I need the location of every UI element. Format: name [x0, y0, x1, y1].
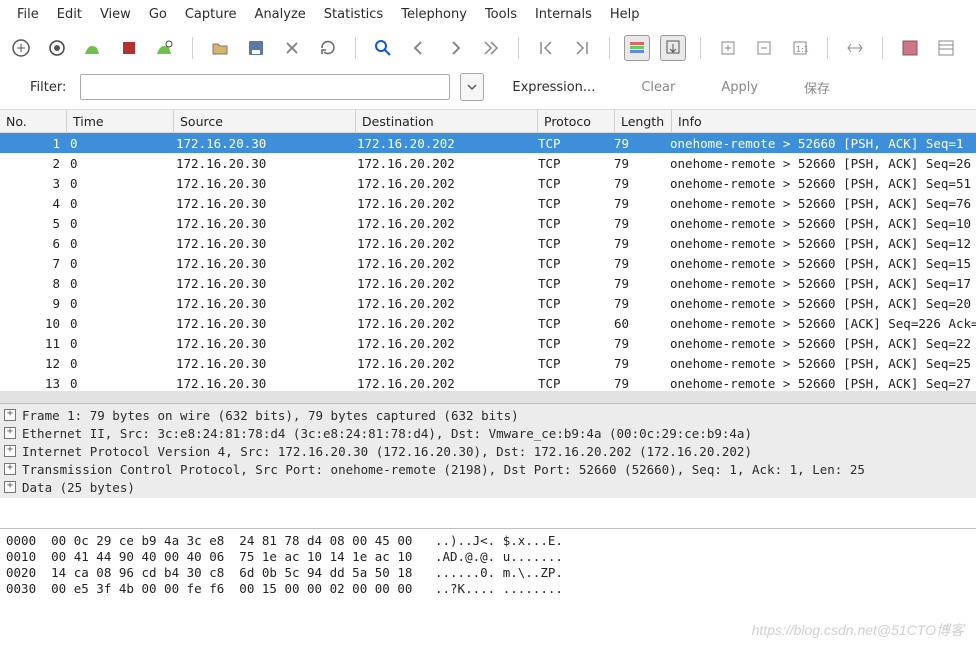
packet-details[interactable]: +Frame 1: 79 bytes on wire (632 bits), 7… — [0, 403, 976, 498]
zoom-reset-icon[interactable]: 1:1 — [787, 35, 813, 61]
packet-row[interactable]: 20172.16.20.30172.16.20.202TCP79onehome-… — [0, 153, 976, 173]
hex-row[interactable]: 0010 00 41 44 90 40 00 40 06 75 1e ac 10… — [6, 549, 970, 565]
detail-line[interactable]: +Ethernet II, Src: 3c:e8:24:81:78:d4 (3c… — [0, 424, 976, 442]
zoom-in-icon[interactable] — [715, 35, 741, 61]
col-source[interactable]: Source — [173, 110, 355, 132]
separator — [355, 37, 356, 59]
filter-dropdown[interactable] — [460, 73, 484, 101]
menubar: FileEditViewGoCaptureAnalyzeStatisticsTe… — [0, 0, 976, 29]
interfaces-icon[interactable] — [8, 35, 34, 61]
open-file-icon[interactable] — [207, 35, 233, 61]
separator — [700, 37, 701, 59]
expand-icon[interactable]: + — [4, 427, 16, 439]
menu-go[interactable]: Go — [140, 4, 176, 25]
col-length[interactable]: Length — [614, 110, 671, 132]
close-file-icon[interactable] — [279, 35, 305, 61]
go-first-icon[interactable] — [533, 35, 559, 61]
packet-row[interactable]: 70172.16.20.30172.16.20.202TCP79onehome-… — [0, 253, 976, 273]
packet-list[interactable]: 10172.16.20.30172.16.20.202TCP79onehome-… — [0, 133, 976, 391]
menu-capture[interactable]: Capture — [176, 4, 246, 25]
toolbar: 1:1 — [0, 29, 976, 67]
go-last-icon[interactable] — [569, 35, 595, 61]
go-forward-icon[interactable] — [442, 35, 468, 61]
menu-help[interactable]: Help — [601, 4, 649, 25]
menu-telephony[interactable]: Telephony — [392, 4, 476, 25]
menu-file[interactable]: File — [8, 4, 48, 25]
menu-statistics[interactable]: Statistics — [315, 4, 392, 25]
watermark: https://blog.csdn.net@51CTO博客 — [752, 620, 964, 640]
expand-icon[interactable]: + — [4, 409, 16, 421]
menu-view[interactable]: View — [91, 4, 140, 25]
detail-line[interactable]: +Internet Protocol Version 4, Src: 172.1… — [0, 442, 976, 460]
start-capture-icon[interactable] — [80, 35, 106, 61]
filter-bar: Filter: Expression... Clear Apply 保存 — [0, 67, 976, 109]
stop-capture-icon[interactable] — [116, 35, 142, 61]
packet-row[interactable]: 50172.16.20.30172.16.20.202TCP79onehome-… — [0, 213, 976, 233]
packet-row[interactable]: 10172.16.20.30172.16.20.202TCP79onehome-… — [0, 133, 976, 153]
svg-text:1:1: 1:1 — [796, 45, 809, 54]
clear-button[interactable]: Clear — [623, 80, 693, 95]
packet-bytes[interactable]: 0000 00 0c 29 ce b9 4a 3c e8 24 81 78 d4… — [0, 528, 976, 601]
capture-filters-icon[interactable] — [897, 35, 923, 61]
packet-row[interactable]: 80172.16.20.30172.16.20.202TCP79onehome-… — [0, 273, 976, 293]
col-protocol[interactable]: Protoco — [537, 110, 614, 132]
reload-icon[interactable] — [315, 35, 341, 61]
packet-row[interactable]: 90172.16.20.30172.16.20.202TCP79onehome-… — [0, 293, 976, 313]
menu-edit[interactable]: Edit — [48, 4, 91, 25]
packet-list-header: No. Time Source Destination Protoco Leng… — [0, 109, 976, 133]
go-to-icon[interactable] — [478, 35, 504, 61]
expand-icon[interactable]: + — [4, 481, 16, 493]
find-icon[interactable] — [370, 35, 396, 61]
scrollbar[interactable] — [0, 391, 976, 403]
packet-row[interactable]: 60172.16.20.30172.16.20.202TCP79onehome-… — [0, 233, 976, 253]
save-button[interactable]: 保存 — [786, 78, 848, 97]
hex-row[interactable]: 0000 00 0c 29 ce b9 4a 3c e8 24 81 78 d4… — [6, 533, 970, 549]
packet-row[interactable]: 120172.16.20.30172.16.20.202TCP79onehome… — [0, 353, 976, 373]
expand-icon[interactable]: + — [4, 463, 16, 475]
menu-internals[interactable]: Internals — [526, 4, 601, 25]
go-back-icon[interactable] — [406, 35, 432, 61]
separator — [518, 37, 519, 59]
options-icon[interactable] — [44, 35, 70, 61]
packet-row[interactable]: 130172.16.20.30172.16.20.202TCP79onehome… — [0, 373, 976, 391]
separator — [882, 37, 883, 59]
restart-capture-icon[interactable] — [152, 35, 178, 61]
col-info[interactable]: Info — [671, 110, 976, 132]
separator — [609, 37, 610, 59]
col-destination[interactable]: Destination — [355, 110, 537, 132]
save-file-icon[interactable] — [243, 35, 269, 61]
expression-button[interactable]: Expression... — [494, 80, 613, 95]
filter-label: Filter: — [30, 80, 66, 95]
colorize-icon[interactable] — [624, 35, 650, 61]
packet-row[interactable]: 40172.16.20.30172.16.20.202TCP79onehome-… — [0, 193, 976, 213]
detail-line[interactable]: +Transmission Control Protocol, Src Port… — [0, 460, 976, 478]
autoscroll-icon[interactable] — [660, 35, 686, 61]
menu-analyze[interactable]: Analyze — [246, 4, 315, 25]
separator — [827, 37, 828, 59]
menu-tools[interactable]: Tools — [476, 4, 526, 25]
display-filters-icon[interactable] — [933, 35, 959, 61]
resize-columns-icon[interactable] — [842, 35, 868, 61]
filter-input[interactable] — [80, 74, 450, 100]
col-time[interactable]: Time — [66, 110, 173, 132]
packet-row[interactable]: 30172.16.20.30172.16.20.202TCP79onehome-… — [0, 173, 976, 193]
hex-row[interactable]: 0020 14 ca 08 96 cd b4 30 c8 6d 0b 5c 94… — [6, 565, 970, 581]
hex-row[interactable]: 0030 00 e5 3f 4b 00 00 fe f6 00 15 00 00… — [6, 581, 970, 597]
zoom-out-icon[interactable] — [751, 35, 777, 61]
separator — [192, 37, 193, 59]
col-no[interactable]: No. — [0, 110, 66, 132]
apply-button[interactable]: Apply — [703, 80, 776, 95]
detail-line[interactable]: +Frame 1: 79 bytes on wire (632 bits), 7… — [0, 406, 976, 424]
detail-line[interactable]: +Data (25 bytes) — [0, 478, 976, 496]
expand-icon[interactable]: + — [4, 445, 16, 457]
packet-row[interactable]: 100172.16.20.30172.16.20.202TCP60onehome… — [0, 313, 976, 333]
packet-row[interactable]: 110172.16.20.30172.16.20.202TCP79onehome… — [0, 333, 976, 353]
